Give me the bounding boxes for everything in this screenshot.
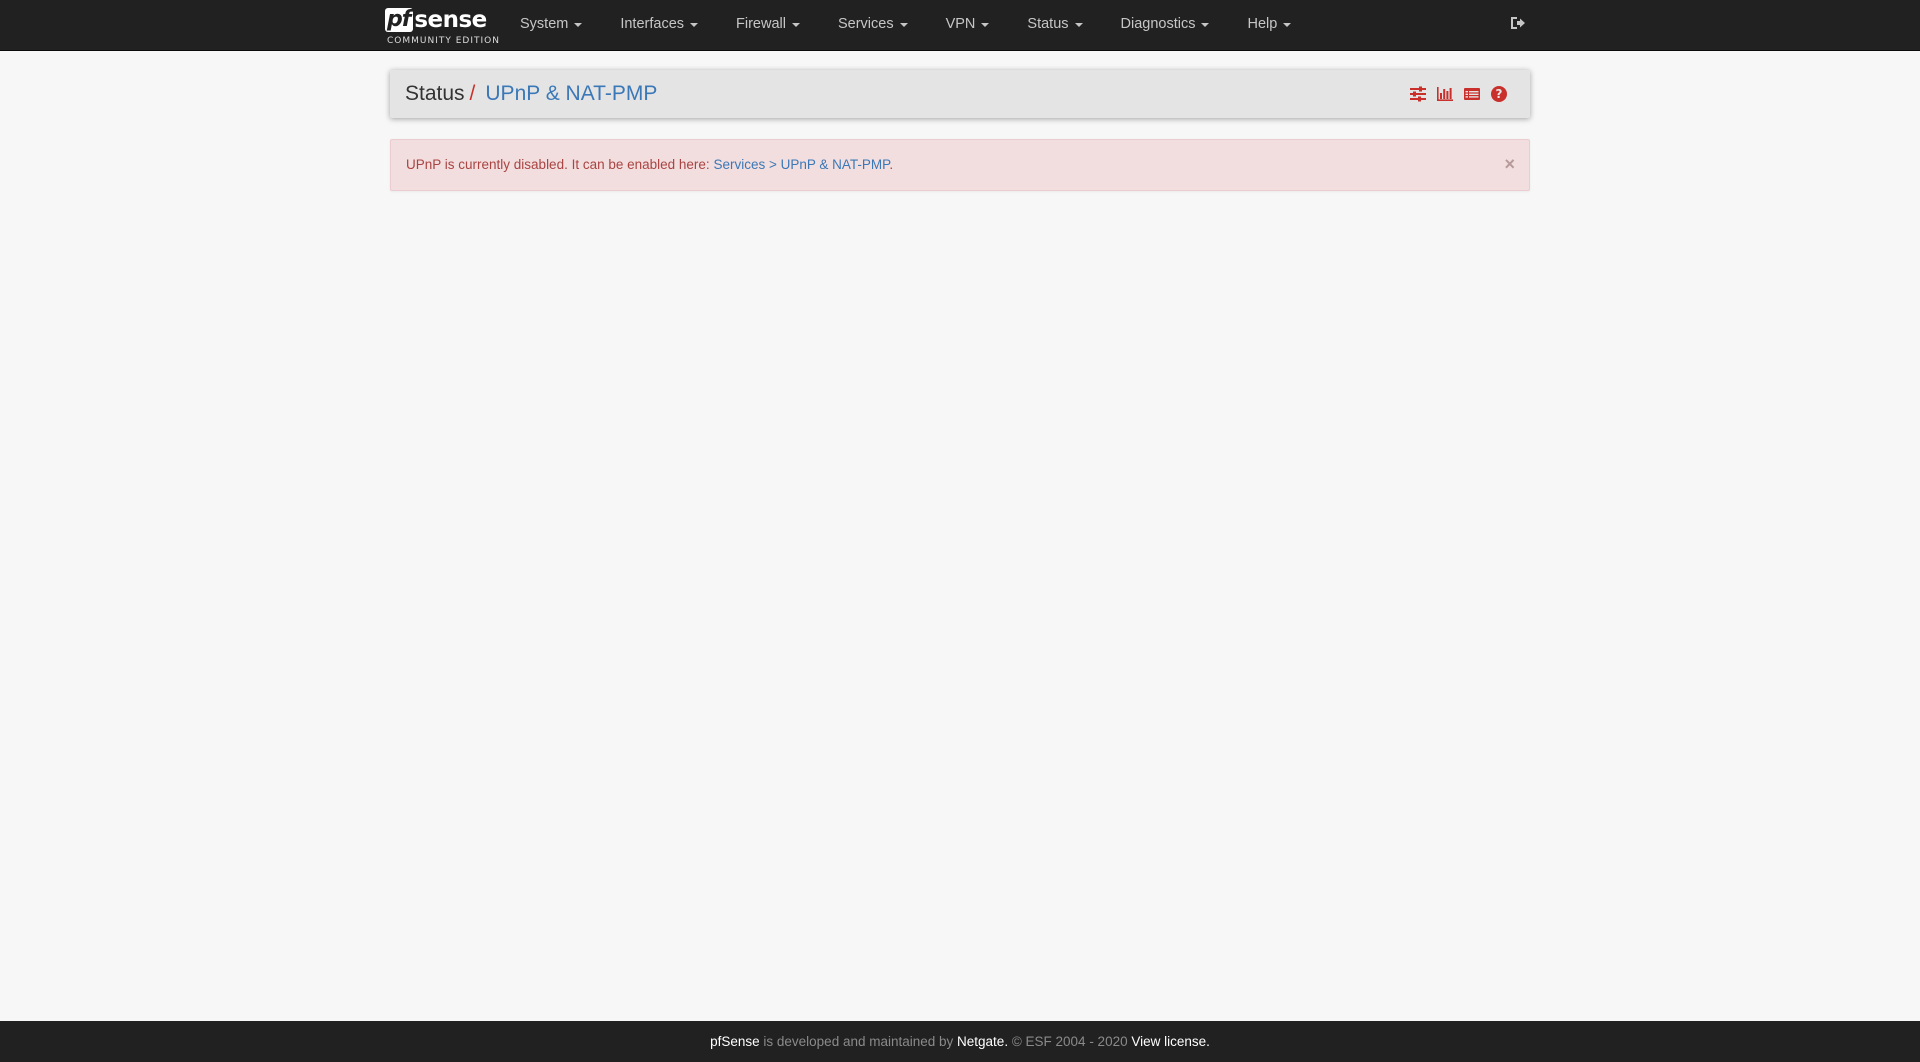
pfsense-logo[interactable]: pf sense COMMUNITY EDITION: [385, 5, 499, 47]
caret-down-icon: [690, 23, 699, 27]
close-icon[interactable]: ×: [1504, 154, 1515, 174]
services-upnp-link[interactable]: Services > UPnP & NAT-PMP: [713, 157, 889, 172]
menu-label: System: [520, 16, 569, 32]
main-menu: System Interfaces Firewall Services VPN …: [520, 0, 1310, 51]
bar-chart-icon[interactable]: [1436, 85, 1454, 103]
menu-system[interactable]: System: [520, 0, 601, 48]
caret-down-icon: [1074, 23, 1083, 27]
upnp-disabled-alert: UPnP is currently disabled. It can be en…: [390, 139, 1530, 191]
footer-netgate-link[interactable]: Netgate.: [957, 1034, 1008, 1049]
menu-label: Firewall: [736, 16, 786, 32]
caret-down-icon: [899, 23, 908, 27]
breadcrumb-status-link[interactable]: Status: [405, 82, 465, 106]
caret-down-icon: [574, 23, 583, 27]
top-navbar: pf sense COMMUNITY EDITION System Interf…: [0, 0, 1920, 51]
logo-sense: sense: [414, 7, 487, 33]
menu-label: Help: [1247, 16, 1278, 32]
caret-down-icon: [791, 23, 800, 27]
footer-license-link[interactable]: View license.: [1131, 1034, 1210, 1049]
logo-wordmark: pf sense: [385, 5, 487, 35]
alert-message: UPnP is currently disabled. It can be en…: [406, 140, 893, 190]
logo-pf: pf: [385, 8, 414, 32]
breadcrumb: Status / UPnP & NAT-PMP: [405, 70, 657, 118]
logo-edition: COMMUNITY EDITION: [387, 36, 500, 46]
caret-down-icon: [1201, 23, 1210, 27]
sliders-icon[interactable]: [1409, 85, 1427, 103]
alert-period: .: [889, 157, 894, 172]
menu-label: Services: [837, 16, 894, 32]
menu-label: Status: [1027, 16, 1069, 32]
menu-label: VPN: [945, 16, 976, 32]
menu-interfaces[interactable]: Interfaces: [601, 0, 717, 48]
navbar-container: pf sense COMMUNITY EDITION System Interf…: [383, 0, 1531, 51]
footer-copyright: © ESF 2004 - 2020: [1008, 1034, 1132, 1049]
page-title: UPnP & NAT-PMP: [485, 82, 658, 105]
menu-help[interactable]: Help: [1228, 0, 1310, 48]
log-table-icon[interactable]: [1463, 85, 1481, 103]
alert-text: UPnP is currently disabled. It can be en…: [406, 157, 714, 172]
menu-services[interactable]: Services: [819, 0, 927, 48]
footer-middle-text: is developed and maintained by: [759, 1034, 958, 1049]
menu-diagnostics[interactable]: Diagnostics: [1102, 0, 1229, 48]
page-header-panel: Status / UPnP & NAT-PMP ?: [390, 70, 1530, 118]
footer-product: pfSense: [710, 1034, 760, 1049]
header-shortcut-icons: ?: [1400, 85, 1508, 103]
menu-vpn[interactable]: VPN: [927, 0, 1009, 48]
menu-firewall[interactable]: Firewall: [717, 0, 819, 48]
caret-down-icon: [981, 23, 990, 27]
svg-text:?: ?: [1496, 87, 1503, 101]
menu-label: Interfaces: [620, 16, 685, 32]
breadcrumb-separator: /: [469, 82, 476, 105]
menu-label: Diagnostics: [1120, 16, 1196, 32]
help-circle-icon[interactable]: ?: [1490, 85, 1508, 103]
caret-down-icon: [1283, 23, 1292, 27]
footer: pfSense is developed and maintained by N…: [0, 1021, 1920, 1062]
menu-status[interactable]: Status: [1008, 0, 1101, 48]
sign-out-icon[interactable]: [1509, 14, 1529, 34]
